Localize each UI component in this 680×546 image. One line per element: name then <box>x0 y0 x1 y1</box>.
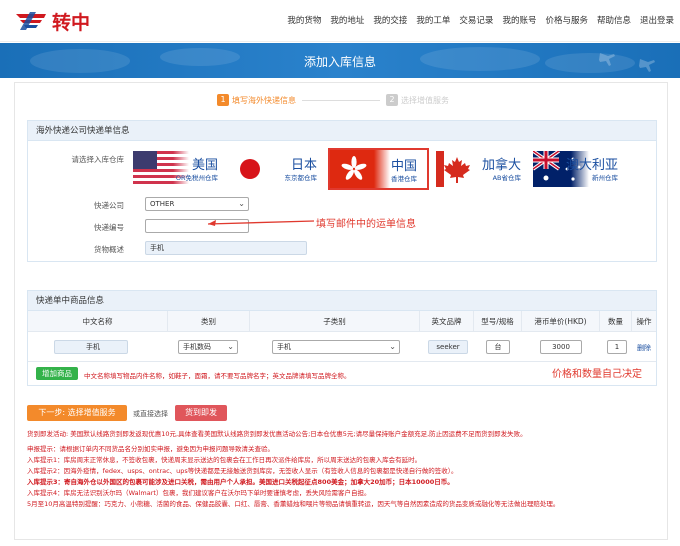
warehouse-hongkong-sub: 香港仓库 <box>391 175 417 183</box>
warehouse-option-us[interactable]: 美国 OR免税州仓库 <box>133 151 224 187</box>
company-select[interactable]: OTHER ⌄ <box>145 197 249 211</box>
nav-item-help[interactable]: 帮助信息 <box>597 14 631 26</box>
direct-ship-button[interactable]: 货到即发 <box>175 405 227 421</box>
warehouse-label: 请选择入库仓库 <box>71 155 125 164</box>
col-action: 操作 <box>636 317 652 326</box>
warehouse-australia-name: 澳大利亚 <box>565 158 618 173</box>
col-cn-name: 中文名称 <box>28 311 168 332</box>
warehouse-option-japan[interactable]: 日本 东京都仓库 <box>232 151 323 187</box>
warehouse-canada-name: 加拿大 <box>481 158 521 173</box>
items-info-section: 快递单中商品信息 中文名称 类别 子类别 英文品牌 型号/规格 港币单价(HKD… <box>27 290 657 386</box>
tracking-label: 快递编号 <box>94 223 124 232</box>
item-qty-input[interactable]: 1 <box>607 340 627 354</box>
item-subcategory-value: 手机 <box>277 343 291 351</box>
item-model-input[interactable]: 台 <box>486 340 510 354</box>
nav-item-pricing[interactable]: 价格与服务 <box>545 14 588 26</box>
warehouse-option-hongkong[interactable]: 中国 香港仓库 <box>328 148 429 190</box>
nav-item-logout[interactable]: 退出登录 <box>640 14 674 26</box>
warehouse-us-sub: OR免税州仓库 <box>175 174 218 182</box>
col-model: 型号/规格 <box>474 311 522 332</box>
col-qty: 数量 <box>600 311 632 332</box>
row-divider <box>28 361 656 362</box>
nav-item-goods[interactable]: 我的货物 <box>287 14 321 26</box>
warehouse-australia-sub: 新州仓库 <box>592 174 618 182</box>
tracking-hint-annotation: 填写邮件中的运单信息 <box>316 219 416 230</box>
annotation-arrow-icon <box>207 220 315 226</box>
warehouse-canada-sub: AB省仓库 <box>492 174 521 182</box>
notice-line: 5月至10月高温特别提醒：巧克力、小熊糖、活菌的食品、保健品胶囊、口红、唇膏、香… <box>27 500 560 508</box>
chevron-down-icon: ⌄ <box>389 342 396 351</box>
top-bar: 转中 我的货物 我的地址 我的交接 我的工单 交易记录 我的账号 价格与服务 帮… <box>0 0 680 42</box>
warehouse-option-australia[interactable]: 澳大利亚 新州仓库 <box>533 151 624 187</box>
page-banner: 添加入库信息 <box>0 43 680 78</box>
add-item-button[interactable]: 增加商品 <box>36 367 78 380</box>
price-hint-annotation: 价格和数量自己决定 <box>552 369 642 380</box>
brand-name: 转中 <box>52 11 91 34</box>
nav-item-tickets[interactable]: 我的工单 <box>416 14 450 26</box>
promo-notice: 货到即发活动: 美国默认线路货到即发返现优惠10元,具体查看美国默认线路货到即发… <box>27 430 527 438</box>
step-indicator: 1 填写海外快递信息 2 选择增值服务 <box>217 94 449 106</box>
item-category-select[interactable]: 手机数码 ⌄ <box>178 340 238 354</box>
canada-flag-icon <box>436 151 470 187</box>
item-price-input[interactable]: 3000 <box>540 340 582 354</box>
next-step-button[interactable]: 下一步: 选择增值服务 <box>27 405 127 421</box>
main-content: 1 填写海外快递信息 2 选择增值服务 海外快递公司快递单信息 请选择入库仓库 … <box>14 82 668 540</box>
nav-item-handover[interactable]: 我的交接 <box>373 14 407 26</box>
item-brand-input[interactable]: seeker <box>428 340 468 354</box>
step-2-number: 2 <box>386 94 398 106</box>
logo-mark-icon <box>16 12 46 30</box>
main-nav: 我的货物 我的地址 我的交接 我的工单 交易记录 我的账号 价格与服务 帮助信息… <box>278 14 674 26</box>
goods-label: 货物概述 <box>94 245 124 254</box>
item-delete-link[interactable]: 删除 <box>637 343 651 353</box>
col-subcategory: 子类别 <box>250 311 420 332</box>
notice-line: 入库提示1：库房周末正常休息，不签收包裹，快递周末显示送达的包裹会在工作日再次派… <box>27 456 422 464</box>
items-section-title: 快递单中商品信息 <box>28 291 656 311</box>
notice-line: 入库提示3：寄自海外仓以外国区的包裹可能涉及进口关税，需由用户个人承担。美国进口… <box>27 478 454 486</box>
item-cn-name-input[interactable]: 手机 <box>54 340 128 354</box>
nav-item-address[interactable]: 我的地址 <box>330 14 364 26</box>
goods-description-input[interactable]: 手机 <box>145 241 307 255</box>
col-category: 类别 <box>168 311 250 332</box>
step-2-label: 选择增值服务 <box>401 95 449 105</box>
nav-item-account[interactable]: 我的账号 <box>502 14 536 26</box>
warehouse-option-canada[interactable]: 加拿大 AB省仓库 <box>436 151 527 187</box>
notice-line: 入库提示2：因海外疫情，fedex、usps、ontrac、ups等快递都是无接… <box>27 467 458 475</box>
express-info-section: 海外快递公司快递单信息 请选择入库仓库 美国 OR免税州仓库 日本 东京都仓库 … <box>27 120 657 262</box>
nav-item-transactions[interactable]: 交易记录 <box>459 14 493 26</box>
warehouse-japan-sub: 东京都仓库 <box>284 174 318 182</box>
step-1-label: 填写海外快递信息 <box>232 95 296 105</box>
company-select-value: OTHER <box>150 200 175 208</box>
step-connector <box>302 99 380 101</box>
express-section-title: 海外快递公司快递单信息 <box>28 121 656 141</box>
chevron-down-icon: ⌄ <box>238 199 245 208</box>
step-1-number: 1 <box>217 94 229 106</box>
warehouse-hongkong-name: 中国 <box>390 159 417 174</box>
col-brand: 英文品牌 <box>420 311 474 332</box>
col-price: 港币单价(HKD) <box>522 311 600 332</box>
warehouse-japan-name: 日本 <box>290 158 317 173</box>
or-text: 或直接选择 <box>133 410 168 418</box>
add-item-note: 中文名称填写物品内件名称，如鞋子，面霜，请不要写品牌名字；英文品牌请填写品牌全称… <box>84 372 351 380</box>
logo[interactable]: 转中 <box>14 6 90 36</box>
chevron-down-icon: ⌄ <box>227 342 234 351</box>
company-label: 快递公司 <box>94 201 124 210</box>
notice-line: 入库提示4：库房无法识别沃尔玛（Walmart）包裹，我们建议客户在沃尔玛下单时… <box>27 489 371 497</box>
item-category-value: 手机数码 <box>183 343 211 351</box>
item-subcategory-select[interactable]: 手机 ⌄ <box>272 340 400 354</box>
japan-flag-icon <box>240 159 260 179</box>
notice-line: 申报提示：请根据订单内不同货品名分别如实申报，避免因为申报问题导致清关查验。 <box>27 445 274 453</box>
warehouse-us-name: 美国 <box>191 158 218 173</box>
page-title: 添加入库信息 <box>303 55 376 69</box>
